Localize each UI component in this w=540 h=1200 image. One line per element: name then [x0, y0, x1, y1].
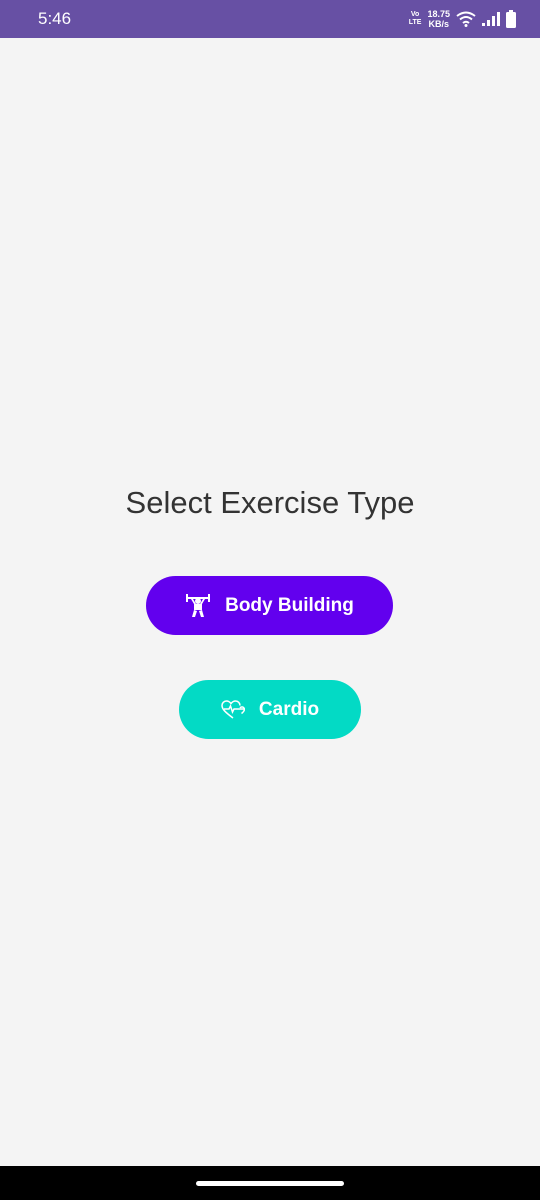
body-building-label: Body Building: [225, 594, 354, 616]
status-icons: Vo LTE 18.75 KB/s: [409, 8, 516, 30]
volte-bottom: LTE: [408, 19, 422, 26]
status-bar: 5:46 Vo LTE 18.75 KB/s: [0, 0, 540, 38]
signal-icon: [482, 12, 500, 26]
body-building-button[interactable]: Body Building: [146, 576, 393, 635]
status-time: 5:46: [38, 9, 72, 28]
speed-unit: KB/s: [428, 19, 449, 29]
volte-indicator: Vo LTE: [409, 11, 422, 27]
heartbeat-icon: [221, 699, 245, 719]
speed-value: 18.75: [427, 9, 450, 19]
battery-icon: [506, 10, 516, 28]
cardio-label: Cardio: [258, 698, 320, 720]
page-title: Select Exercise Type: [125, 485, 415, 520]
wifi-icon: [456, 11, 476, 27]
cardio-button[interactable]: Cardio: [179, 680, 361, 739]
volte-top: Vo: [410, 11, 420, 18]
weightlifting-icon: [186, 593, 211, 617]
home-gesture-handle[interactable]: [196, 1181, 344, 1186]
navigation-bar: [0, 1166, 540, 1200]
network-speed: 18.75 KB/s: [427, 9, 450, 29]
